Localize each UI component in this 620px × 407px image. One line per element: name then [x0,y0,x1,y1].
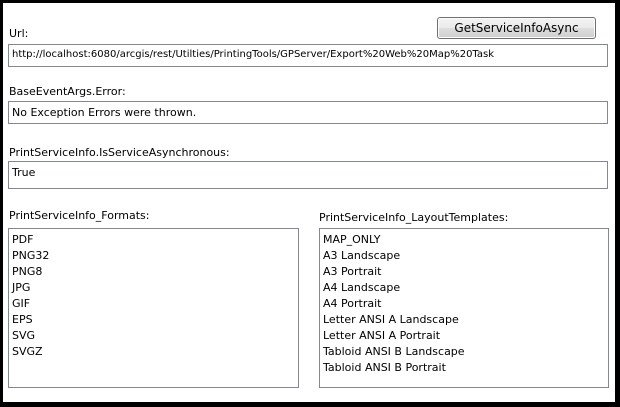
layout-template-list-item[interactable]: A4 Landscape [323,280,605,296]
format-list-item[interactable]: PDF [12,232,295,248]
layout-template-list-item[interactable]: A4 Portrait [323,296,605,312]
layout-templates-listbox[interactable]: MAP_ONLY A3 Landscape A3 Portrait A4 Landsc… [319,228,609,388]
format-list-item[interactable]: JPG [12,280,295,296]
get-service-info-button[interactable]: GetServiceInfoAsync [437,17,596,39]
error-label: BaseEventArgs.Error: [9,85,126,98]
layout-template-list-item[interactable]: A3 Portrait [323,264,605,280]
format-list-item[interactable]: PNG32 [12,248,295,264]
formats-listbox[interactable]: PDF PNG32 PNG8 JPG GIF EPS SVG SVGZ [8,228,299,388]
layouts-label: PrintServiceInfo_LayoutTemplates: [319,211,509,224]
async-label: PrintServiceInfo.IsServiceAsynchronous: [9,146,230,159]
layout-template-list-item[interactable]: Tabloid ANSI B Landscape [323,344,605,360]
url-label: Url: [9,27,29,40]
main-panel: GetServiceInfoAsync Url: http://localhos… [3,3,615,402]
layout-template-list-item[interactable]: Letter ANSI A Portrait [323,328,605,344]
format-list-item[interactable]: EPS [12,312,295,328]
format-list-item[interactable]: PNG8 [12,264,295,280]
format-list-item[interactable]: SVG [12,328,295,344]
async-textbox[interactable]: True [8,161,608,189]
formats-label: PrintServiceInfo_Formats: [9,209,150,222]
layout-template-list-item[interactable]: Tabloid ANSI B Portrait [323,360,605,376]
layout-template-list-item[interactable]: A3 Landscape [323,248,605,264]
url-textbox[interactable]: http://localhost:6080/arcgis/rest/Utilti… [8,44,608,67]
layout-template-list-item[interactable]: MAP_ONLY [323,232,605,248]
error-textbox[interactable]: No Exception Errors were thrown. [8,101,608,124]
format-list-item[interactable]: GIF [12,296,295,312]
format-list-item[interactable]: SVGZ [12,344,295,360]
layout-template-list-item[interactable]: Letter ANSI A Landscape [323,312,605,328]
